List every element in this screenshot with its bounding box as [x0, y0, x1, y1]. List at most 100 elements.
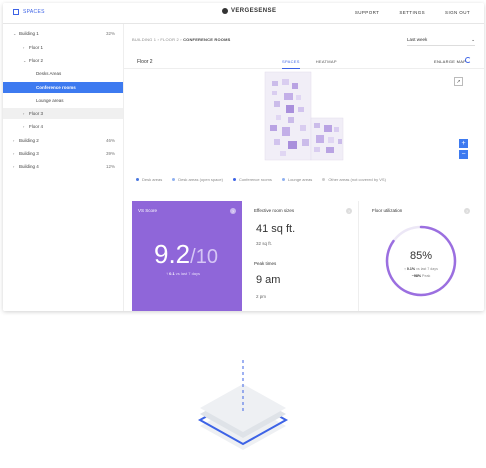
sidebar-item[interactable]: › Building 4 12% — [3, 161, 123, 172]
sidebar-item-label: Lounge areas — [36, 98, 64, 103]
sidebar-item-label: Building 4 — [19, 164, 39, 169]
room-shape[interactable] — [274, 139, 280, 145]
brand-logo: VERGESENSE — [222, 8, 276, 14]
zoom-out-button[interactable]: − — [459, 150, 468, 159]
room-shape[interactable] — [276, 115, 281, 120]
room-size-value: 41 sq ft. — [256, 223, 296, 235]
settings-link[interactable]: SETTINGS — [399, 10, 425, 15]
room-shape[interactable] — [280, 151, 286, 156]
sidebar-item[interactable]: › Floor 4 — [3, 121, 123, 132]
help-icon[interactable]: ? — [230, 208, 236, 214]
utilization-value: 85% — [409, 250, 433, 262]
sidebar-item-label: Building 3 — [19, 151, 39, 156]
peak-times-title: Peak times — [254, 261, 277, 266]
legend-item: Desk areas (open space) — [172, 177, 223, 182]
breadcrumb: BUILDING 1 › FLOOR 2 › CONFERENCE ROOMS — [132, 37, 231, 42]
sidebar-item[interactable]: Lounge areas — [3, 95, 123, 106]
spaces-nav-tab[interactable]: SPACES — [13, 9, 45, 15]
room-shape[interactable] — [326, 147, 334, 153]
vs-delta-note: vs last 7 days — [175, 271, 201, 276]
sidebar-item-percent: 12% — [105, 164, 115, 169]
sidebar-item-label: Floor 4 — [29, 124, 44, 129]
legend-dot-icon — [172, 178, 176, 182]
room-shape[interactable] — [270, 125, 277, 131]
loading-spinner-icon — [465, 57, 471, 63]
period-select[interactable]: Last week ⌄ — [407, 34, 475, 46]
room-shape[interactable] — [292, 83, 298, 89]
period-value: Last week — [407, 37, 428, 42]
room-shape[interactable] — [300, 125, 306, 131]
floor-map[interactable]: ↗ + − — [124, 69, 484, 164]
room-shape[interactable] — [282, 127, 290, 136]
support-link[interactable]: SUPPORT — [355, 10, 379, 15]
room-shape[interactable] — [282, 79, 289, 85]
room-shape[interactable] — [338, 139, 342, 144]
tab-heatmap[interactable]: HEATMAP — [316, 59, 337, 69]
sidebar-item[interactable]: Conference rooms — [3, 82, 123, 93]
breadcrumb-path[interactable]: BUILDING 1 › FLOOR 2 › — [132, 37, 182, 42]
legend-dot-icon — [322, 178, 326, 182]
room-shape[interactable] — [288, 117, 294, 123]
zoom-in-button[interactable]: + — [459, 139, 468, 148]
legend-label: Conference rooms — [238, 177, 272, 182]
floor-plan-graphic — [264, 71, 344, 161]
peak-time-value: 9 am — [256, 274, 281, 286]
utilization-delta-note: vs last 7 days — [416, 267, 438, 271]
sidebar-item-label: Conference rooms — [36, 85, 76, 90]
room-shape[interactable] — [316, 135, 324, 143]
legend-label: Desk areas — [142, 177, 163, 182]
sidebar-item[interactable]: ⌄ Building 1 32% — [3, 28, 123, 39]
room-shape[interactable] — [314, 123, 320, 128]
utilization-delta: ↑ 0.1% vs last 7 days — [366, 267, 476, 271]
view-tabs: SPACES HEATMAP — [282, 59, 337, 69]
stacked-layers-icon — [197, 360, 289, 450]
chevron-down-icon: ⌄ — [471, 36, 475, 42]
logo-icon — [222, 8, 228, 14]
legend-dot-icon — [136, 178, 139, 182]
sidebar-item[interactable]: › Floor 3 — [3, 108, 123, 119]
help-icon[interactable]: ? — [346, 208, 352, 214]
sidebar-item[interactable]: › Floor 1 — [3, 42, 123, 53]
room-shape[interactable] — [274, 101, 280, 107]
spaces-label: SPACES — [23, 9, 45, 15]
legend-label: Desk areas (open space) — [178, 177, 223, 182]
sidebar-item[interactable]: ⌄ Floor 2 — [3, 55, 123, 66]
room-shape[interactable] — [296, 95, 301, 100]
sidebar-item-label: Floor 3 — [29, 111, 44, 116]
top-bar: SPACES VERGESENSE SUPPORT SETTINGS SIGN … — [3, 3, 484, 24]
sidebar-item[interactable]: › Building 2 46% — [3, 135, 123, 146]
vs-score-delta: ↑ 0.1 vs last 7 days — [166, 271, 200, 276]
utilization-delta-value: ↑ 0.1% — [404, 267, 416, 271]
room-shape[interactable] — [302, 139, 309, 146]
legend-dot-icon — [232, 178, 236, 182]
legend-label: Other areas (not covered by VS) — [328, 177, 386, 182]
room-shape[interactable] — [314, 147, 320, 152]
vs-score-title: VS Score — [138, 208, 158, 213]
room-shape[interactable] — [334, 127, 339, 132]
legend-item: Conference rooms — [232, 177, 272, 182]
map-legend: Desk areas Desk areas (open space) Confere… — [136, 177, 386, 182]
sign-out-link[interactable]: SIGN OUT — [445, 10, 470, 15]
utilization-peak: ~98% Peak — [366, 274, 476, 278]
room-shape[interactable] — [298, 107, 304, 112]
room-shape[interactable] — [328, 137, 334, 143]
sidebar-item[interactable]: › Building 3 39% — [3, 148, 123, 159]
room-shape[interactable] — [286, 105, 294, 113]
tab-spaces[interactable]: SPACES — [282, 59, 300, 69]
room-shape[interactable] — [272, 91, 277, 95]
room-shape[interactable] — [272, 81, 278, 86]
sidebar-item-label: Desks Areas — [36, 71, 62, 76]
sidebar-item-percent: 39% — [105, 151, 115, 156]
sidebar-item[interactable]: Desks Areas — [3, 68, 123, 79]
external-link-icon[interactable]: ↗ — [454, 77, 463, 86]
room-shape[interactable] — [288, 141, 297, 149]
vs-delta-value: ↑ 0.1 — [166, 271, 175, 276]
breadcrumb-current: CONFERENCE ROOMS — [183, 37, 231, 42]
app-window: SPACES VERGESENSE SUPPORT SETTINGS SIGN … — [3, 3, 484, 311]
sidebar-item-percent: 32% — [105, 31, 115, 36]
brand-name: VERGESENSE — [231, 8, 277, 14]
room-shape[interactable] — [324, 125, 332, 132]
room-shape[interactable] — [284, 93, 293, 100]
sidebar-item-label: Building 2 — [19, 138, 39, 143]
enlarge-map-button[interactable]: ENLARGE MAP — [434, 59, 466, 64]
